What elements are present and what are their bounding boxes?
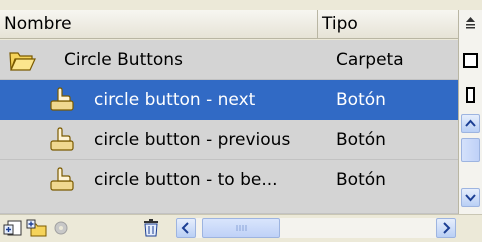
scroll-right-button[interactable] [436, 218, 456, 238]
scroll-down-button[interactable] [461, 188, 480, 207]
item-name: circle button - next [94, 90, 256, 110]
item-type: Botón [336, 130, 386, 150]
vertical-scroll-thumb[interactable] [461, 138, 480, 162]
sort-icon[interactable] [464, 16, 477, 30]
horizontal-scrollbar[interactable] [176, 218, 456, 238]
scroll-left-button[interactable] [176, 218, 196, 238]
button-symbol-icon [50, 127, 74, 151]
button-symbol-icon [50, 167, 74, 191]
item-type: Carpeta [336, 50, 404, 70]
chevron-right-icon [443, 222, 451, 234]
wide-view-icon[interactable] [463, 53, 478, 68]
item-type: Botón [336, 90, 386, 110]
library-panel: Nombre Tipo Circle Buttons Carpeta circl… [0, 0, 482, 241]
library-toolbar [0, 214, 482, 241]
new-symbol-icon[interactable] [2, 218, 24, 238]
item-name: circle button - to be... [94, 170, 278, 190]
list-item-selected[interactable]: circle button - next Botón [0, 80, 458, 120]
horizontal-scroll-thumb[interactable] [202, 218, 280, 238]
column-header-name-label: Nombre [4, 14, 72, 34]
column-header-name[interactable]: Nombre [0, 10, 318, 39]
vertical-scrollbar[interactable] [458, 10, 482, 215]
item-name: Circle Buttons [64, 50, 183, 70]
chevron-up-icon [465, 119, 476, 127]
list-item[interactable]: circle button - to be... Botón [0, 160, 458, 214]
chevron-left-icon [181, 222, 189, 234]
column-header-type-label: Tipo [322, 14, 358, 34]
list-item-folder[interactable]: Circle Buttons Carpeta [0, 40, 458, 80]
grip-icon [236, 225, 247, 231]
scroll-up-button[interactable] [461, 114, 480, 133]
item-type: Botón [336, 170, 386, 190]
narrow-view-icon[interactable] [466, 87, 475, 103]
delete-icon[interactable] [140, 218, 162, 238]
properties-icon[interactable] [50, 218, 72, 238]
column-header-type[interactable]: Tipo [318, 10, 458, 39]
button-symbol-icon [50, 87, 74, 111]
list-item[interactable]: circle button - previous Botón [0, 120, 458, 160]
new-folder-icon[interactable] [26, 218, 48, 238]
chevron-down-icon [465, 194, 476, 202]
folder-icon [9, 52, 36, 71]
item-name: circle button - previous [94, 130, 291, 150]
